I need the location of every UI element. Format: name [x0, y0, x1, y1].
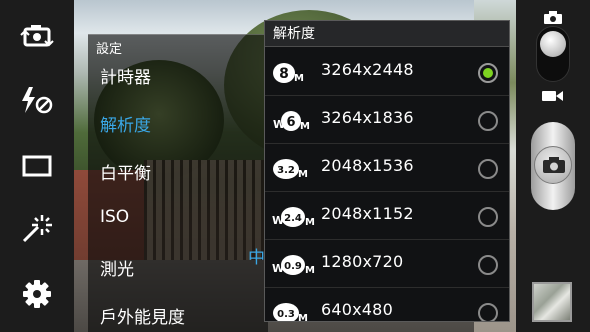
left-toolbar: [0, 0, 74, 332]
resolution-option-w6m[interactable]: W 6 M 3264x1836: [265, 96, 509, 144]
svg-text:M: M: [298, 169, 308, 180]
resolution-value: 2048x1152: [321, 204, 414, 223]
svg-text:M: M: [305, 265, 315, 276]
resolution-value: 2048x1536: [321, 156, 414, 175]
radio-unselected[interactable]: [478, 111, 498, 131]
resolution-option-8m[interactable]: 8 M 3264x2448: [265, 48, 509, 96]
resolution-w2-4m-icon: W 2.4 M: [272, 207, 315, 228]
resolution-w6m-icon: W 6 M: [273, 111, 310, 132]
shutter-icon: [543, 157, 565, 173]
settings-title: 設定: [96, 42, 123, 57]
resolution-value: 3264x1836: [321, 108, 414, 127]
settings-panel: 設定 計時器 解析度 白平衡 ISO 測光 中 戶外能見度: [88, 34, 268, 332]
svg-text:6: 6: [286, 115, 295, 130]
shutter-button[interactable]: [531, 122, 575, 210]
radio-unselected[interactable]: [478, 255, 498, 275]
camera-mode-icon: [544, 11, 562, 24]
shooting-mode-button[interactable]: [14, 146, 60, 186]
resolution-option-3-2m[interactable]: 3.2 M 2048x1536: [265, 144, 509, 192]
effects-icon: [22, 215, 52, 243]
svg-text:0.3: 0.3: [277, 309, 295, 320]
settings-gear-icon: [23, 280, 51, 308]
flash-button[interactable]: [14, 80, 60, 120]
right-control-bar: [516, 0, 590, 332]
resolution-value: 640x480: [321, 300, 393, 319]
setting-timer[interactable]: 計時器: [100, 63, 151, 88]
resolution-8m-icon: 8 M: [273, 63, 304, 84]
switch-camera-button[interactable]: [14, 16, 60, 56]
resolution-option-w2-4m[interactable]: W 2.4 M 2048x1152: [265, 192, 509, 240]
svg-text:M: M: [298, 313, 308, 322]
radio-selected[interactable]: [478, 63, 498, 83]
resolution-value: 3264x2448: [321, 60, 414, 79]
svg-text:M: M: [305, 217, 315, 228]
setting-metering[interactable]: 測光: [100, 255, 134, 280]
resolution-popup: 解析度 8 M 3264x2448 W 6 M 3264x1836 3.2 M …: [264, 20, 510, 322]
resolution-popup-title: 解析度: [265, 21, 509, 47]
shutter-button-center[interactable]: [534, 146, 572, 184]
mode-switch-knob[interactable]: [540, 31, 566, 57]
svg-text:2.4: 2.4: [284, 213, 302, 224]
resolution-option-w0-9m[interactable]: W 0.9 M 1280x720: [265, 240, 509, 288]
flash-off-icon: [22, 87, 53, 114]
shooting-mode-icon: [22, 155, 52, 177]
metering-value: 中: [248, 248, 265, 268]
resolution-w0-9m-icon: W 0.9 M: [272, 255, 315, 276]
radio-unselected[interactable]: [478, 303, 498, 321]
gallery-thumbnail[interactable]: [532, 282, 572, 322]
svg-text:3.2: 3.2: [277, 165, 295, 176]
radio-unselected[interactable]: [478, 159, 498, 179]
mode-switch[interactable]: [536, 26, 570, 82]
resolution-value: 1280x720: [321, 252, 404, 271]
svg-text:M: M: [300, 121, 310, 132]
video-mode-icon: [542, 91, 563, 101]
setting-outdoor-visibility[interactable]: 戶外能見度: [100, 303, 185, 328]
switch-camera-icon: [20, 25, 54, 47]
svg-text:8: 8: [279, 66, 289, 82]
settings-button[interactable]: [14, 274, 60, 314]
resolution-0-3m-icon: 0.3 M: [273, 303, 308, 322]
effects-button[interactable]: [14, 208, 60, 248]
setting-iso[interactable]: ISO: [100, 207, 129, 227]
setting-resolution[interactable]: 解析度: [100, 111, 151, 136]
resolution-3-2m-icon: 3.2 M: [273, 159, 308, 180]
resolution-option-0-3m[interactable]: 0.3 M 640x480: [265, 288, 509, 322]
radio-unselected[interactable]: [478, 207, 498, 227]
svg-text:M: M: [294, 73, 304, 84]
setting-white-balance[interactable]: 白平衡: [100, 159, 151, 184]
svg-text:0.9: 0.9: [284, 261, 302, 272]
